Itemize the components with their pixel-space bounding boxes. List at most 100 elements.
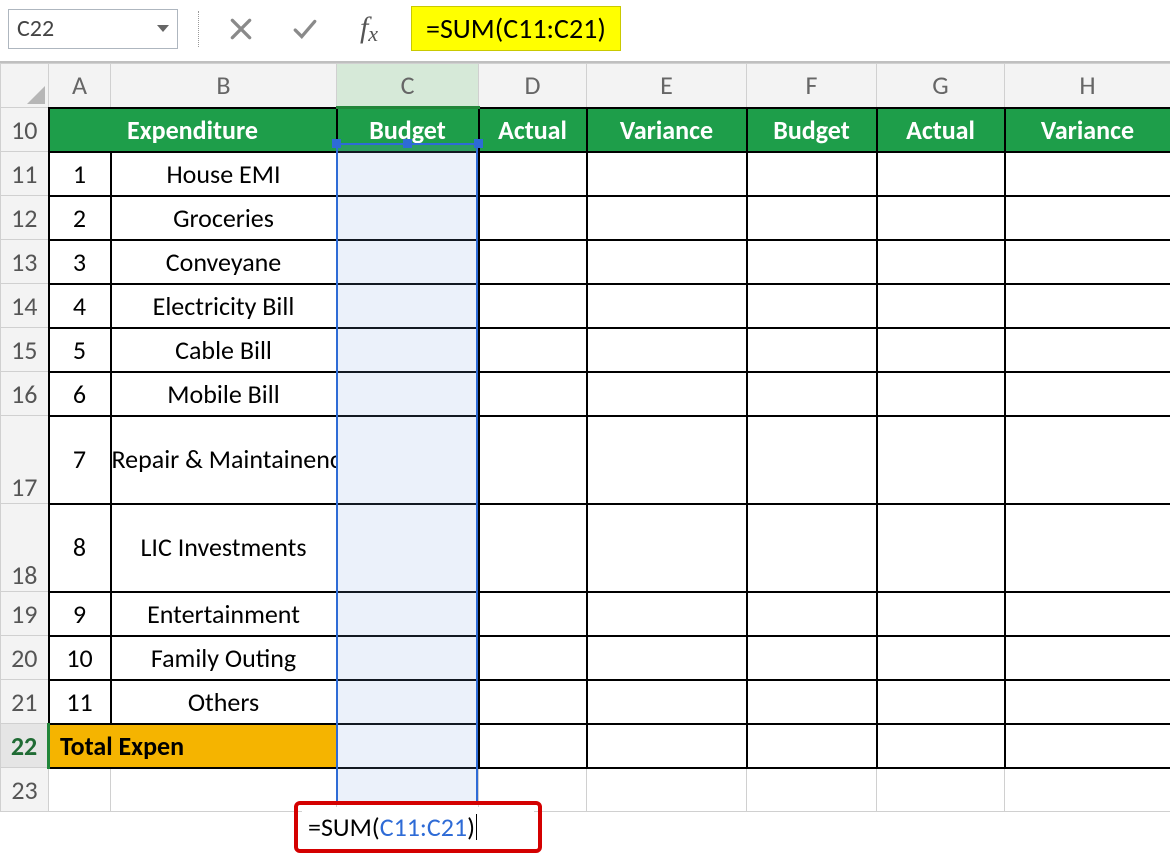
cell[interactable] [479, 504, 587, 592]
cell[interactable] [479, 636, 587, 680]
cell[interactable] [337, 240, 479, 284]
cell[interactable] [337, 372, 479, 416]
cell[interactable]: Entertainment [111, 592, 337, 636]
cancel-icon[interactable] [219, 11, 263, 47]
cell[interactable] [877, 768, 1005, 812]
cell[interactable] [587, 768, 747, 812]
cell[interactable] [1005, 768, 1170, 812]
cell[interactable] [587, 372, 747, 416]
cell[interactable] [337, 768, 479, 812]
cell[interactable] [111, 768, 337, 812]
cell[interactable]: Family Outing [111, 636, 337, 680]
cell[interactable] [1005, 724, 1170, 768]
cell[interactable] [479, 372, 587, 416]
cell[interactable]: 5 [49, 328, 111, 372]
cell[interactable] [1005, 196, 1170, 240]
cell[interactable] [479, 196, 587, 240]
name-box[interactable]: C22 [8, 9, 178, 49]
cell[interactable]: 2 [49, 196, 111, 240]
fx-icon[interactable]: fx [347, 11, 391, 47]
cell[interactable]: 11 [49, 680, 111, 724]
cell[interactable]: 3 [49, 240, 111, 284]
cell[interactable] [337, 284, 479, 328]
cell[interactable] [337, 416, 479, 504]
cell[interactable] [1005, 592, 1170, 636]
cell[interactable]: Electricity Bill [111, 284, 337, 328]
header-variance-2[interactable]: Variance [1005, 108, 1170, 152]
cell[interactable] [747, 592, 877, 636]
cell[interactable] [747, 240, 877, 284]
cell[interactable] [587, 152, 747, 196]
cell[interactable] [747, 504, 877, 592]
cell[interactable] [877, 416, 1005, 504]
cell[interactable]: 9 [49, 592, 111, 636]
cell[interactable]: 8 [49, 504, 111, 592]
grid-table[interactable]: A B C D E F G H 10 Expenditure Budget Ac… [0, 63, 1170, 812]
cell[interactable] [479, 416, 587, 504]
col-header-E[interactable]: E [587, 64, 747, 108]
row-header[interactable]: 19 [1, 592, 49, 636]
row-header[interactable]: 20 [1, 636, 49, 680]
cell[interactable] [337, 680, 479, 724]
header-expenditure[interactable]: Expenditure [49, 108, 337, 152]
row-header[interactable]: 12 [1, 196, 49, 240]
col-header-H[interactable]: H [1005, 64, 1170, 108]
formula-input[interactable]: =SUM(C11:C21) [411, 6, 621, 51]
cell[interactable] [877, 196, 1005, 240]
cell[interactable] [587, 328, 747, 372]
cell[interactable] [747, 328, 877, 372]
col-header-C[interactable]: C [337, 64, 479, 108]
active-cell[interactable] [337, 724, 479, 768]
cell[interactable] [479, 592, 587, 636]
cell[interactable] [1005, 372, 1170, 416]
col-header-G[interactable]: G [877, 64, 1005, 108]
row-header[interactable]: 13 [1, 240, 49, 284]
row-header[interactable]: 15 [1, 328, 49, 372]
cell[interactable] [877, 724, 1005, 768]
cell[interactable] [337, 152, 479, 196]
cell[interactable] [877, 284, 1005, 328]
cell[interactable] [747, 372, 877, 416]
cell[interactable]: 6 [49, 372, 111, 416]
cell[interactable] [337, 592, 479, 636]
header-actual-1[interactable]: Actual [479, 108, 587, 152]
cell[interactable]: Others [111, 680, 337, 724]
cell[interactable] [1005, 680, 1170, 724]
cell[interactable] [587, 592, 747, 636]
cell[interactable] [877, 152, 1005, 196]
cell[interactable] [337, 636, 479, 680]
cell[interactable] [877, 636, 1005, 680]
cell[interactable]: Mobile Bill [111, 372, 337, 416]
row-header[interactable]: 10 [1, 108, 49, 152]
cell[interactable] [747, 724, 877, 768]
cell[interactable] [1005, 152, 1170, 196]
cell[interactable] [1005, 504, 1170, 592]
chevron-down-icon[interactable] [157, 25, 169, 32]
cell[interactable] [479, 328, 587, 372]
cell[interactable] [747, 636, 877, 680]
cell[interactable] [49, 768, 111, 812]
row-header[interactable]: 14 [1, 284, 49, 328]
cell[interactable] [747, 196, 877, 240]
header-actual-2[interactable]: Actual [877, 108, 1005, 152]
cell[interactable] [1005, 416, 1170, 504]
active-cell-formula[interactable]: =SUM(C11:C21) [302, 807, 534, 847]
row-header[interactable]: 16 [1, 372, 49, 416]
cell[interactable] [587, 504, 747, 592]
cell[interactable] [1005, 240, 1170, 284]
header-budget-2[interactable]: Budget [747, 108, 877, 152]
select-all-corner[interactable] [1, 64, 49, 108]
cell[interactable] [877, 240, 1005, 284]
col-header-B[interactable]: B [111, 64, 337, 108]
cell[interactable]: 10 [49, 636, 111, 680]
cell[interactable]: Groceries [111, 196, 337, 240]
row-header[interactable]: 21 [1, 680, 49, 724]
row-header[interactable]: 18 [1, 504, 49, 592]
cell[interactable]: Repair & Maintainence [111, 416, 337, 504]
cell[interactable] [479, 768, 587, 812]
cell[interactable] [1005, 328, 1170, 372]
cell[interactable] [877, 372, 1005, 416]
total-label[interactable]: Total Expen [49, 724, 337, 768]
cell[interactable] [337, 328, 479, 372]
cell[interactable] [587, 284, 747, 328]
